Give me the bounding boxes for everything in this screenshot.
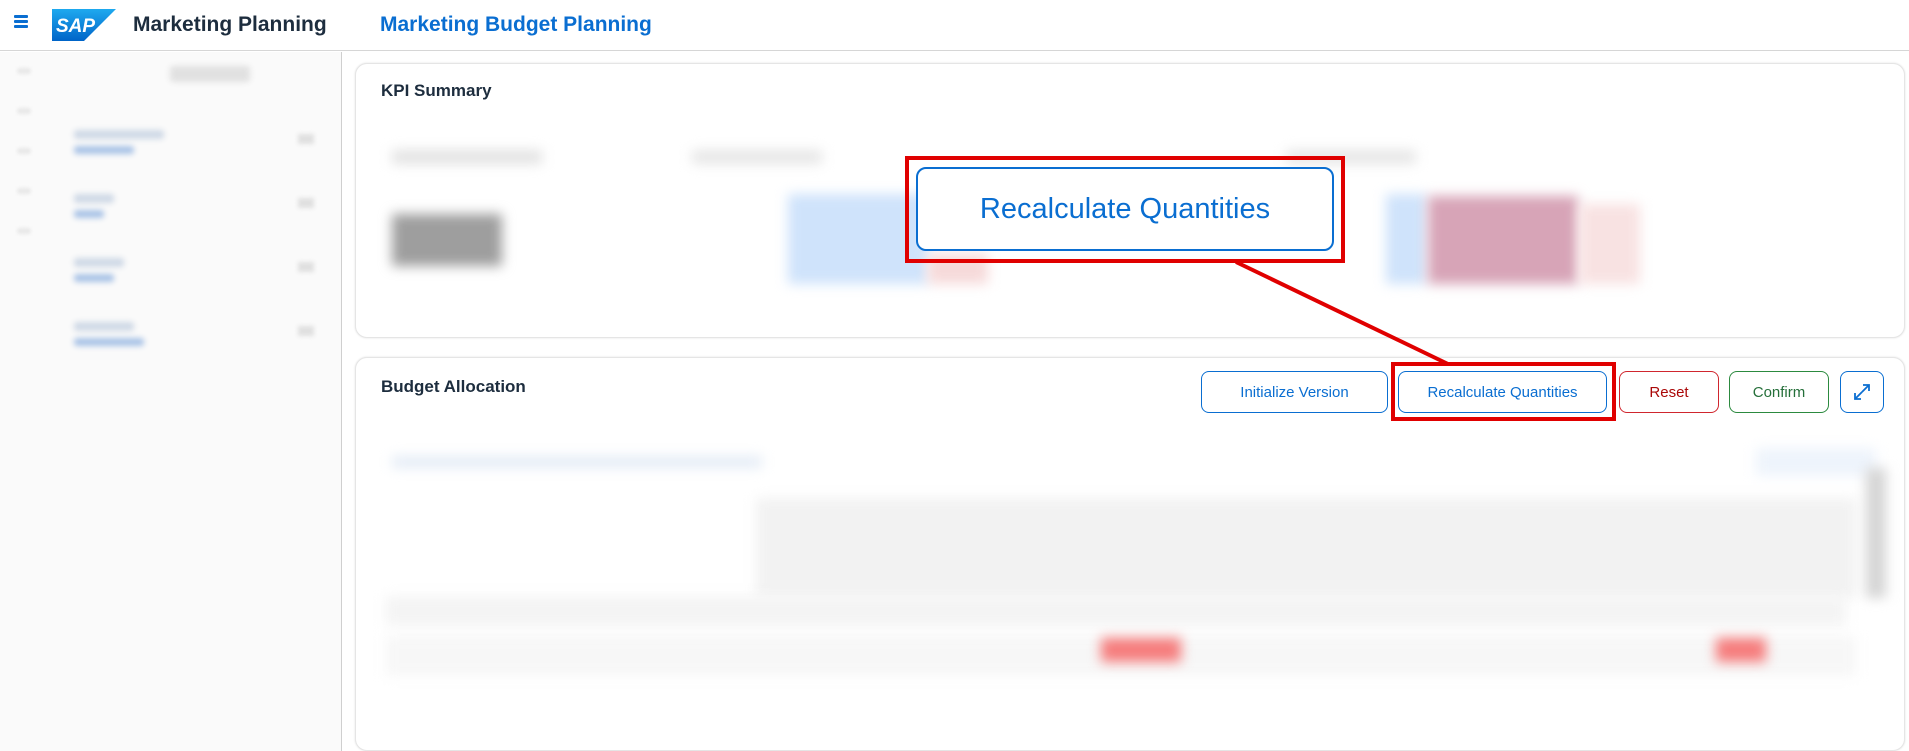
initialize-version-button[interactable]: Initialize Version [1201, 371, 1388, 413]
side-list-item[interactable] [74, 318, 324, 358]
budget-allocation-card: Budget Allocation [355, 357, 1905, 751]
page-title: Marketing Budget Planning [380, 13, 652, 36]
sap-logo: SAP [52, 9, 116, 41]
kpi-value [392, 214, 502, 266]
table-scrollbar[interactable] [1866, 468, 1886, 598]
confirm-button[interactable]: Confirm [1729, 371, 1829, 413]
side-list-item[interactable] [74, 190, 324, 230]
app-title[interactable]: Marketing Planning [133, 13, 327, 37]
table-cell-status [1716, 638, 1766, 662]
table-cell-status [1101, 638, 1181, 662]
kpi-bar [1386, 194, 1426, 284]
table-toolbar[interactable] [392, 456, 762, 468]
kpi-summary-title: KPI Summary [381, 81, 492, 100]
side-panel [50, 52, 342, 751]
rail-item[interactable] [17, 68, 31, 74]
table-toolbar-button[interactable] [1756, 448, 1876, 476]
fullscreen-expand-button[interactable] [1840, 371, 1884, 413]
rail-item[interactable] [17, 148, 31, 154]
table-column-header [386, 596, 1846, 626]
kpi-tile[interactable] [392, 150, 542, 164]
side-list-item[interactable] [74, 126, 324, 166]
side-panel-header [170, 66, 250, 82]
kpi-bar [1580, 204, 1640, 284]
rail-item[interactable] [17, 108, 31, 114]
hamburger-menu-icon[interactable] [14, 13, 34, 31]
side-list-item[interactable] [74, 254, 324, 294]
svg-text:SAP: SAP [56, 16, 95, 37]
rail-item[interactable] [17, 188, 31, 194]
reset-button[interactable]: Reset [1619, 371, 1719, 413]
highlight-box [1391, 362, 1616, 421]
kpi-bar [1428, 196, 1578, 284]
fullscreen-expand-icon [1854, 384, 1870, 400]
side-rail [0, 52, 50, 751]
shell-header: SAP Marketing Planning Marketing Budget … [0, 0, 1909, 51]
kpi-tile[interactable] [692, 150, 822, 164]
callout-zoomed-button: Recalculate Quantities [916, 167, 1334, 251]
budget-allocation-title: Budget Allocation [381, 377, 526, 396]
rail-item[interactable] [17, 228, 31, 234]
table-header [756, 498, 1856, 598]
